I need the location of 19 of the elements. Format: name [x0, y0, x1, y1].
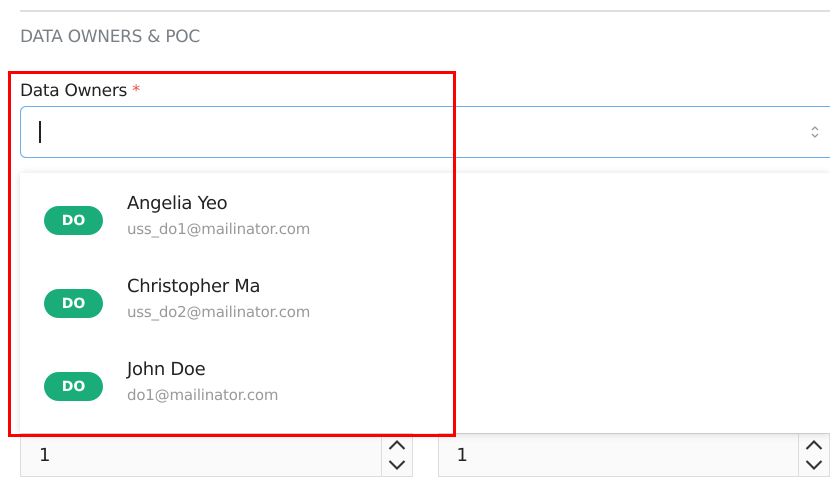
dropdown-option[interactable]: DO Angelia Yeo uss_do1@mailinator.com	[20, 193, 830, 276]
required-asterisk: *	[132, 81, 140, 100]
owner-email: uss_do1@mailinator.com	[127, 220, 310, 238]
number-field[interactable]: 1	[438, 433, 830, 477]
section-heading: DATA OWNERS & POC	[20, 27, 201, 47]
owner-name: John Doe	[127, 359, 206, 380]
owner-email: do1@mailinator.com	[127, 386, 278, 404]
owner-email: uss_do2@mailinator.com	[127, 303, 310, 321]
role-badge: DO	[44, 206, 103, 235]
dropdown-option[interactable]: DO Christopher Ma uss_do2@mailinator.com	[20, 276, 830, 359]
up-down-chevron-icon	[810, 124, 820, 140]
select-field[interactable]	[20, 106, 830, 158]
owner-name: Angelia Yeo	[127, 193, 228, 214]
role-badge: DO	[44, 372, 103, 401]
number-field[interactable]: 1	[20, 433, 412, 477]
owner-name: Christopher Ma	[127, 276, 262, 297]
role-badge: DO	[44, 289, 103, 318]
field-label: Data Owners	[20, 81, 128, 101]
text-cursor	[39, 121, 40, 143]
